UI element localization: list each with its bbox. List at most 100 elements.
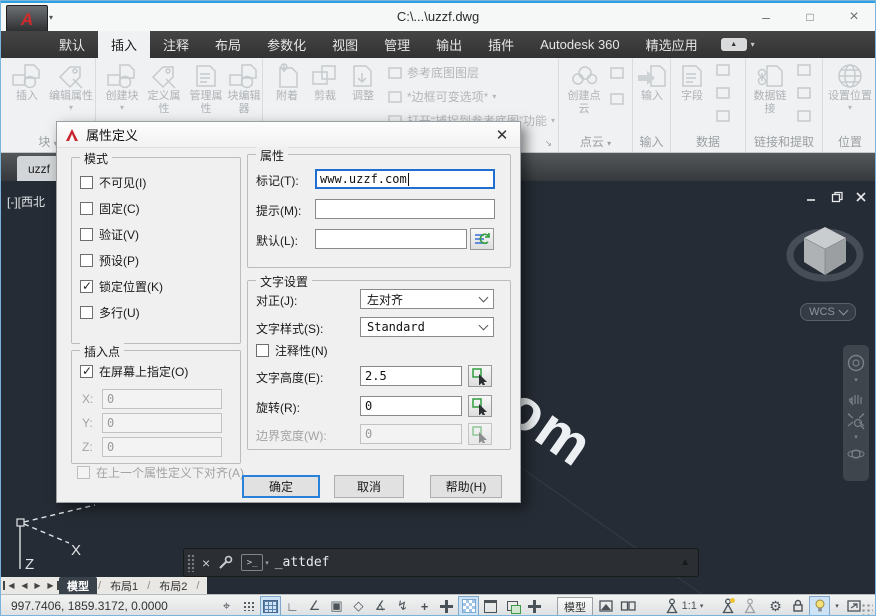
tab-layout1[interactable]: 布局1 [102,577,146,595]
cancel-button[interactable]: 取消 [334,475,404,498]
text-height-input[interactable]: 2.5 [360,366,462,386]
tab-featured-apps[interactable]: 精选应用 [633,31,711,58]
model-space-button[interactable]: 模型 [557,597,593,616]
checkbox[interactable] [80,228,93,241]
ok-button[interactable]: 确定 [242,475,320,498]
command-input[interactable]: _attdef [275,555,680,570]
hardware-acceleration-button[interactable] [809,596,830,616]
polar-tracking-toggle[interactable]: ∠ [304,596,325,616]
constant-checkbox-row[interactable]: 固定(C) [80,200,140,217]
data-mini-icon[interactable] [715,109,731,123]
dropdown-arrow-icon[interactable]: ▾ [854,433,858,441]
panel-import-label[interactable]: 输入 [633,133,670,150]
panel-location-label[interactable]: 位置 [823,133,876,150]
checkbox[interactable] [256,344,269,357]
default-input[interactable] [315,229,467,249]
viewport-controls[interactable]: [-][西北 [7,193,55,210]
annotation-scale-button[interactable]: 1:1 ▾ [653,596,715,616]
tab-annotate[interactable]: 注释 [150,31,202,58]
object-snap-tracking-toggle[interactable]: ∡ [370,596,391,616]
infer-constraints-toggle[interactable]: ⌖ [216,596,237,616]
frame-options-button[interactable]: *边框可变选项* ▾ [387,88,496,105]
create-block-button[interactable]: 创建块 ▾ [102,62,142,112]
selection-cycling-toggle[interactable] [502,596,523,616]
tab-view[interactable]: 视图 [319,31,371,58]
lock-position-checkbox-row[interactable]: 锁定位置(K) [80,278,163,295]
next-layout-icon[interactable]: ▶ [31,581,44,590]
auto-annotation-scale-toggle[interactable] [739,596,760,616]
last-layout-icon[interactable]: ▶ [44,581,59,590]
tab-insert[interactable]: 插入 [98,31,150,58]
set-location-button[interactable]: 设置位置 ▾ [828,62,872,112]
workspace-switching-button[interactable]: ⚙ [765,596,786,616]
underlay-layers-button[interactable]: 参考底图图层 [387,64,479,81]
checkbox-disabled[interactable] [77,466,90,479]
pointcloud-mini-icon[interactable] [609,66,625,80]
pick-height-button[interactable] [468,365,492,387]
dialog-close-button[interactable]: ✕ [492,126,512,144]
lineweight-toggle[interactable] [436,596,457,616]
prompt-input[interactable] [315,199,495,219]
multiline-checkbox-row[interactable]: 多行(U) [80,304,140,321]
help-button[interactable]: 帮助(H) [430,475,502,498]
layout-quickview-button[interactable] [595,596,616,616]
data-mini-icon[interactable] [715,63,731,77]
rotation-input[interactable]: 0 [360,396,462,416]
command-bar-grip[interactable] [187,554,195,572]
pan-icon[interactable] [846,387,866,407]
edit-attributes-button[interactable]: 编辑属性 ▾ [49,62,93,112]
ribbon-collapse-control[interactable]: ▲ ▾ [721,31,755,58]
annotation-monitor-toggle[interactable] [524,596,545,616]
navigation-wheel-icon[interactable] [846,353,866,373]
command-close-icon[interactable]: × [202,555,210,571]
attach-button[interactable]: 附着 [269,62,305,103]
field-button[interactable]: 字段 [675,62,709,103]
tab-output[interactable]: 输出 [423,31,475,58]
y-input[interactable]: 0 [102,413,222,433]
close-button[interactable]: × [841,7,867,27]
checkbox[interactable] [80,306,93,319]
invisible-checkbox-row[interactable]: 不可见(I) [80,174,146,191]
checkbox[interactable] [80,202,93,215]
doc-restore-button[interactable] [827,189,847,205]
annotative-checkbox-row[interactable]: 注释性(N) [256,342,328,359]
dropdown-arrow-icon[interactable]: ▾ [265,559,269,567]
tab-manage[interactable]: 管理 [371,31,423,58]
object-snap-toggle[interactable]: ▣ [326,596,347,616]
data-mini-icon[interactable] [715,86,731,100]
boundary-width-input[interactable]: 0 [360,424,462,444]
dropdown-arrow-icon[interactable]: ▾ [854,376,858,384]
file-tab-uzzf[interactable]: uzzf [17,156,61,181]
verify-checkbox-row[interactable]: 验证(V) [80,226,139,243]
clip-button[interactable]: 剪裁 [307,62,343,103]
command-line[interactable]: × >_ ▾ _attdef ▲ [183,548,699,577]
tab-layout[interactable]: 布局 [202,31,254,58]
tab-autodesk360[interactable]: Autodesk 360 [527,31,633,58]
link-mini-icon[interactable] [796,86,812,100]
minimize-button[interactable]: – [753,7,779,27]
snap-mode-toggle[interactable] [238,596,259,616]
tab-parametric[interactable]: 参数化 [254,31,319,58]
pointcloud-mini-icon[interactable] [609,92,625,106]
panel-launcher-icon[interactable]: ↘ [544,138,552,149]
tab-layout2[interactable]: 布局2 [151,577,195,595]
x-input[interactable]: 0 [102,389,222,409]
maximize-button[interactable]: □ [797,7,823,27]
zoom-extents-icon[interactable] [846,410,866,430]
ortho-mode-toggle[interactable]: ∟ [282,596,303,616]
z-input[interactable]: 0 [102,437,222,457]
checkbox-checked[interactable] [80,365,93,378]
annotation-visibility-toggle[interactable] [717,596,738,616]
dynamic-ucs-toggle[interactable]: ↯ [392,596,413,616]
status-bar-menu-button[interactable]: ▾ [831,596,843,616]
define-attributes-button[interactable]: 定义属性 [144,62,184,116]
quickview-drawings-button[interactable] [617,596,638,616]
panel-data-label[interactable]: 数据 [671,133,745,150]
transparency-toggle[interactable] [458,596,479,616]
panel-link-extract-label[interactable]: 链接和提取 [746,133,822,150]
text-style-dropdown[interactable]: Standard [360,317,494,337]
resize-grip[interactable] [861,603,873,615]
wcs-selector[interactable]: WCS [800,303,856,321]
pick-boundary-width-button[interactable] [468,423,492,445]
dialog-title-bar[interactable]: 属性定义 ✕ [57,122,520,148]
